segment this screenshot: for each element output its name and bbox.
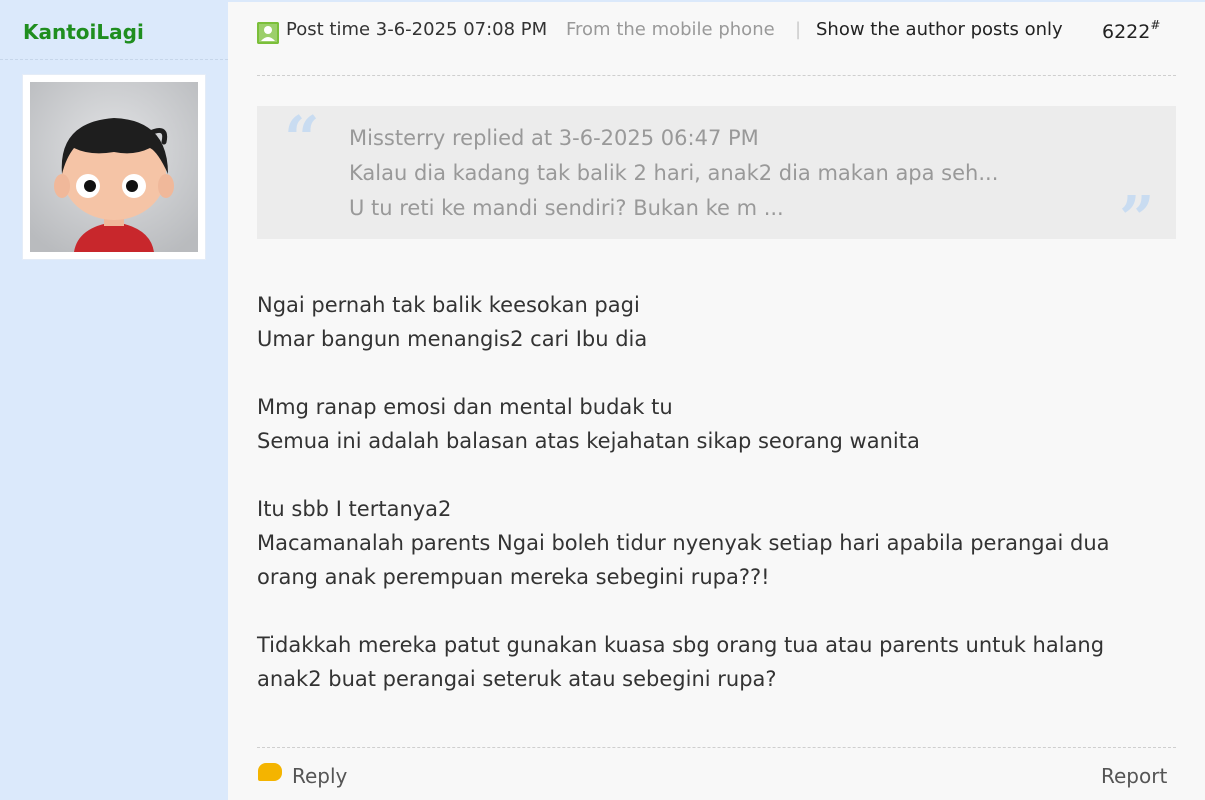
- report-button[interactable]: Report: [1101, 764, 1167, 788]
- open-quote-icon: “: [284, 102, 320, 175]
- quote-text-line: U tu reti ke mandi sendiri? Bukan ke m .…: [349, 196, 784, 220]
- post-source: From the mobile phone: [566, 19, 775, 40]
- footer-divider: [257, 747, 1176, 748]
- author-username[interactable]: KantoiLagi: [23, 20, 144, 44]
- message-line: orang anak perempuan mereka sebegini rup…: [257, 565, 770, 589]
- header-divider: [257, 75, 1176, 76]
- author-divider: [0, 59, 228, 60]
- message-line: Semua ini adalah balasan atas kejahatan …: [257, 429, 920, 453]
- message-line: Itu sbb I tertanya2: [257, 497, 452, 521]
- quoted-reply: “ Missterry replied at 3-6-2025 06:47 PM…: [257, 102, 1176, 250]
- cartoon-boy-avatar-icon: [30, 82, 198, 252]
- post-header: Post time 3-6-2025 07:08 PM From the mob…: [257, 18, 1177, 48]
- avatar[interactable]: [23, 75, 205, 259]
- user-status-icon: [257, 22, 279, 44]
- floor-number-value: 6222: [1102, 21, 1151, 43]
- post-time: Post time 3-6-2025 07:08 PM: [286, 19, 548, 40]
- close-quote-icon: ”: [1119, 182, 1155, 255]
- avatar-image: [30, 82, 198, 252]
- top-border: [228, 0, 1205, 2]
- reply-button[interactable]: Reply: [292, 764, 347, 788]
- show-author-posts-link[interactable]: Show the author posts only: [816, 19, 1063, 40]
- quote-attribution: Missterry replied at 3-6-2025 06:47 PM: [349, 126, 759, 150]
- message-line: Macamanalah parents Ngai boleh tidur nye…: [257, 531, 1110, 555]
- forum-post: KantoiLagi Post time 3-6-2025 07:08 PM F…: [0, 0, 1205, 800]
- floor-mark: #: [1150, 18, 1161, 32]
- message-line: Mmg ranap emosi dan mental budak tu: [257, 395, 673, 419]
- message-line: Ngai pernah tak balik keesokan pagi: [257, 293, 640, 317]
- message-line: anak2 buat perangai seteruk atau sebegin…: [257, 667, 777, 691]
- post-floor-number[interactable]: 6222#: [1102, 18, 1161, 43]
- post-message: Ngai pernah tak balik keesokan pagi Umar…: [257, 288, 1182, 696]
- speech-bubble-icon[interactable]: [258, 763, 282, 781]
- quote-text-line: Kalau dia kadang tak balik 2 hari, anak2…: [349, 161, 999, 185]
- message-line: Tidakkah mereka patut gunakan kuasa sbg …: [257, 633, 1105, 657]
- header-separator: |: [795, 19, 802, 40]
- author-sidebar: KantoiLagi: [0, 0, 228, 800]
- message-line: Umar bangun menangis2 cari Ibu dia: [257, 327, 648, 351]
